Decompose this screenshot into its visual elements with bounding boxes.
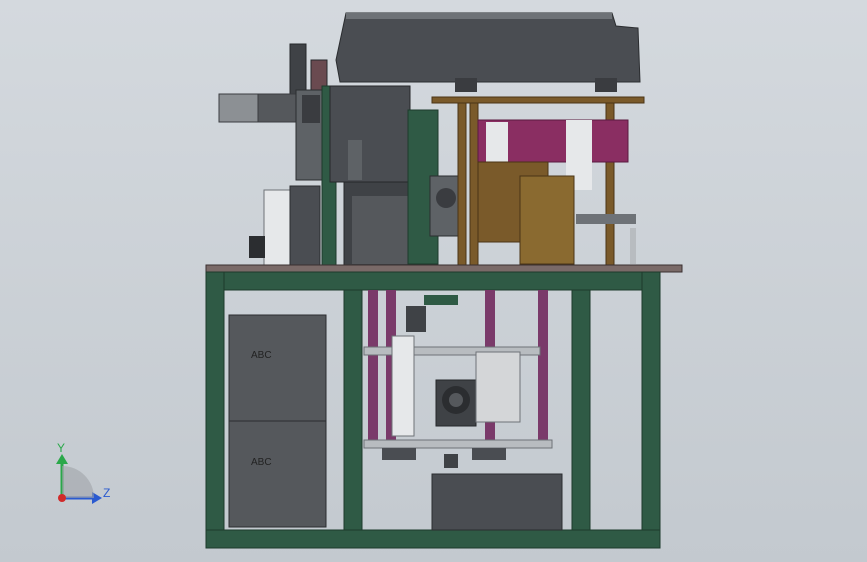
coordinate-triad xyxy=(56,454,102,504)
z-axis-label: Z xyxy=(103,486,111,500)
y-axis-label: Y xyxy=(57,441,66,455)
cad-viewport[interactable]: ABC ABC Y Z xyxy=(0,0,867,562)
top-hood xyxy=(335,12,641,92)
center-press-module xyxy=(329,85,461,267)
table-top xyxy=(205,264,683,273)
machine-assembly-drawing xyxy=(56,12,683,549)
left-actuator-module xyxy=(218,43,337,267)
electrical-cabinets xyxy=(228,314,327,528)
lower-drive-mechanism xyxy=(363,290,553,468)
lower-cabinet-label: ABC xyxy=(251,457,272,468)
upper-cabinet-label: ABC xyxy=(251,350,272,361)
bottom-box xyxy=(431,473,563,531)
right-frame-module xyxy=(431,96,645,266)
